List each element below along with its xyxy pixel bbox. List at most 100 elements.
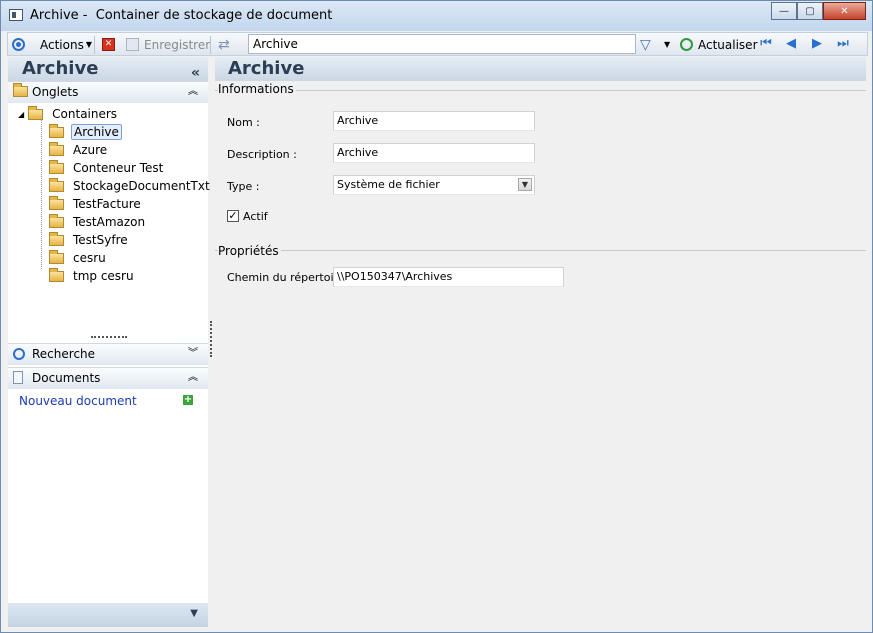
home-icon[interactable] bbox=[12, 36, 25, 53]
add-icon[interactable]: + bbox=[183, 395, 193, 405]
tree-item[interactable]: TestAmazon bbox=[49, 213, 147, 231]
nom-label: Nom : bbox=[227, 116, 260, 129]
tree-item-containers[interactable]: ◢ Containers bbox=[18, 105, 119, 123]
description-label: Description : bbox=[227, 148, 297, 161]
actif-checkbox[interactable]: ✓ bbox=[227, 210, 239, 222]
group-proprietes: Propriétés bbox=[218, 244, 281, 258]
tree-item-label: Archive bbox=[71, 124, 122, 140]
tree-item-label: Containers bbox=[52, 107, 118, 121]
save-button[interactable]: Enregistrer bbox=[126, 36, 210, 53]
tree-item[interactable]: tmp cesru bbox=[49, 267, 136, 285]
vertical-splitter[interactable] bbox=[210, 321, 212, 357]
section-onglets-label: Onglets bbox=[32, 85, 79, 99]
search-input[interactable]: Archive bbox=[248, 34, 636, 54]
actions-menu-button[interactable]: Actions ▼ bbox=[40, 36, 92, 53]
tree-item-label: Azure bbox=[73, 143, 108, 157]
filter-icon[interactable]: ▽ bbox=[640, 36, 651, 53]
type-select-value: Système de fichier bbox=[337, 178, 440, 191]
tree-item-label: cesru bbox=[73, 251, 106, 265]
tree-item-label: TestFacture bbox=[73, 197, 141, 211]
section-recherche[interactable]: Recherche ︾ bbox=[8, 343, 208, 365]
detail-panel: Archive Informations Nom : Archive Descr… bbox=[215, 57, 866, 627]
close-button[interactable]: ✕ bbox=[823, 2, 866, 20]
tree-connector bbox=[41, 117, 42, 269]
tree-item[interactable]: Azure bbox=[49, 141, 109, 159]
left-panel-footer: ▼ bbox=[8, 603, 208, 627]
app-window: Archive - Container de stockage de docum… bbox=[0, 0, 873, 633]
title-bar: Archive - Container de stockage de docum… bbox=[1, 1, 872, 31]
next-record-icon[interactable]: ▶ bbox=[809, 36, 825, 52]
type-label: Type : bbox=[227, 180, 260, 193]
detail-header: Archive bbox=[215, 57, 866, 81]
folder-icon bbox=[49, 249, 64, 264]
folder-icon bbox=[49, 267, 64, 282]
last-record-icon[interactable]: ⏭ bbox=[835, 36, 851, 52]
tree-item[interactable]: TestSyfre bbox=[49, 231, 130, 249]
tree-item[interactable]: StockageDocumentTxt bbox=[49, 177, 212, 195]
section-recherche-label: Recherche bbox=[32, 347, 96, 361]
chevron-down-icon[interactable]: ▼ bbox=[518, 178, 532, 191]
document-icon bbox=[13, 371, 23, 384]
delete-icon: ✕ bbox=[102, 38, 115, 51]
chevron-down-icon[interactable]: ▼ bbox=[664, 36, 670, 53]
tree-item-label: Conteneur Test bbox=[73, 161, 164, 175]
first-record-icon[interactable]: ⏮ bbox=[758, 36, 774, 52]
folder-icon bbox=[49, 159, 64, 174]
tree-item[interactable]: cesru bbox=[49, 249, 108, 267]
chevron-up-icon: ︽ bbox=[188, 372, 198, 383]
left-panel: Archive « Onglets ︽ ◢ Containers Archive… bbox=[8, 57, 210, 627]
group-divider bbox=[215, 250, 866, 251]
open-folder-icon bbox=[49, 123, 64, 138]
nom-field[interactable]: Archive bbox=[333, 111, 535, 131]
group-informations: Informations bbox=[218, 82, 296, 96]
refresh-label: Actualiser bbox=[698, 37, 758, 52]
refresh-button[interactable]: Actualiser bbox=[680, 36, 758, 53]
section-documents[interactable]: Documents ︽ bbox=[8, 367, 208, 389]
folder-icon bbox=[49, 231, 64, 246]
tree-item[interactable]: Conteneur Test bbox=[49, 159, 165, 177]
delete-button[interactable]: ✕ bbox=[102, 36, 115, 53]
folder-icon bbox=[49, 177, 64, 192]
panel-splitter-handle[interactable] bbox=[91, 336, 127, 341]
toolbar-separator bbox=[94, 36, 95, 54]
previous-record-icon[interactable]: ◀ bbox=[783, 36, 799, 52]
chevron-down-icon: ▼ bbox=[85, 40, 92, 49]
folder-icon bbox=[13, 83, 28, 97]
tree-item-label: tmp cesru bbox=[73, 269, 134, 283]
left-panel-header: Archive « bbox=[8, 57, 208, 81]
chevron-up-icon: ︽ bbox=[188, 86, 198, 97]
tree-item[interactable]: Archive bbox=[49, 123, 122, 141]
chemin-field[interactable]: \\PO150347\Archives bbox=[333, 267, 564, 287]
section-documents-label: Documents bbox=[32, 371, 101, 385]
minimize-button[interactable]: — bbox=[771, 2, 797, 20]
actions-label: Actions bbox=[40, 37, 84, 52]
left-panel-title: Archive bbox=[22, 58, 99, 79]
search-icon bbox=[13, 348, 25, 360]
chevron-down-icon[interactable]: ▼ bbox=[190, 608, 198, 619]
save-icon bbox=[126, 38, 139, 51]
save-label: Enregistrer bbox=[144, 37, 211, 52]
folder-icon bbox=[49, 195, 64, 210]
tree-item-label: StockageDocumentTxt bbox=[73, 179, 210, 193]
refresh-icon bbox=[680, 38, 693, 51]
window-controls: — ▢ ✕ bbox=[771, 2, 866, 21]
new-document-link[interactable]: Nouveau document bbox=[19, 394, 137, 408]
toolbar-separator bbox=[210, 36, 211, 54]
section-onglets[interactable]: Onglets ︽ bbox=[8, 81, 208, 103]
group-divider bbox=[215, 90, 866, 91]
tree-item[interactable]: TestFacture bbox=[49, 195, 143, 213]
window-title: Archive - Container de stockage de docum… bbox=[30, 8, 333, 23]
type-select[interactable]: Système de fichier ▼ bbox=[333, 175, 535, 195]
tree-item-label: TestSyfre bbox=[73, 233, 128, 247]
folder-icon bbox=[28, 105, 44, 120]
actif-label: Actif bbox=[243, 210, 268, 223]
folder-icon bbox=[49, 141, 64, 156]
chevron-down-icon: ︾ bbox=[188, 348, 198, 359]
app-icon bbox=[9, 9, 23, 21]
maximize-button[interactable]: ▢ bbox=[797, 2, 823, 20]
toolbar: Actions ▼ ✕ Enregistrer ⇄ Archive ▽ ▼ Ac… bbox=[7, 32, 868, 56]
sync-icon[interactable]: ⇄ bbox=[218, 36, 230, 53]
description-field[interactable]: Archive bbox=[333, 143, 535, 163]
expand-icon[interactable]: ◢ bbox=[18, 110, 24, 119]
tree-item-label: TestAmazon bbox=[73, 215, 146, 229]
